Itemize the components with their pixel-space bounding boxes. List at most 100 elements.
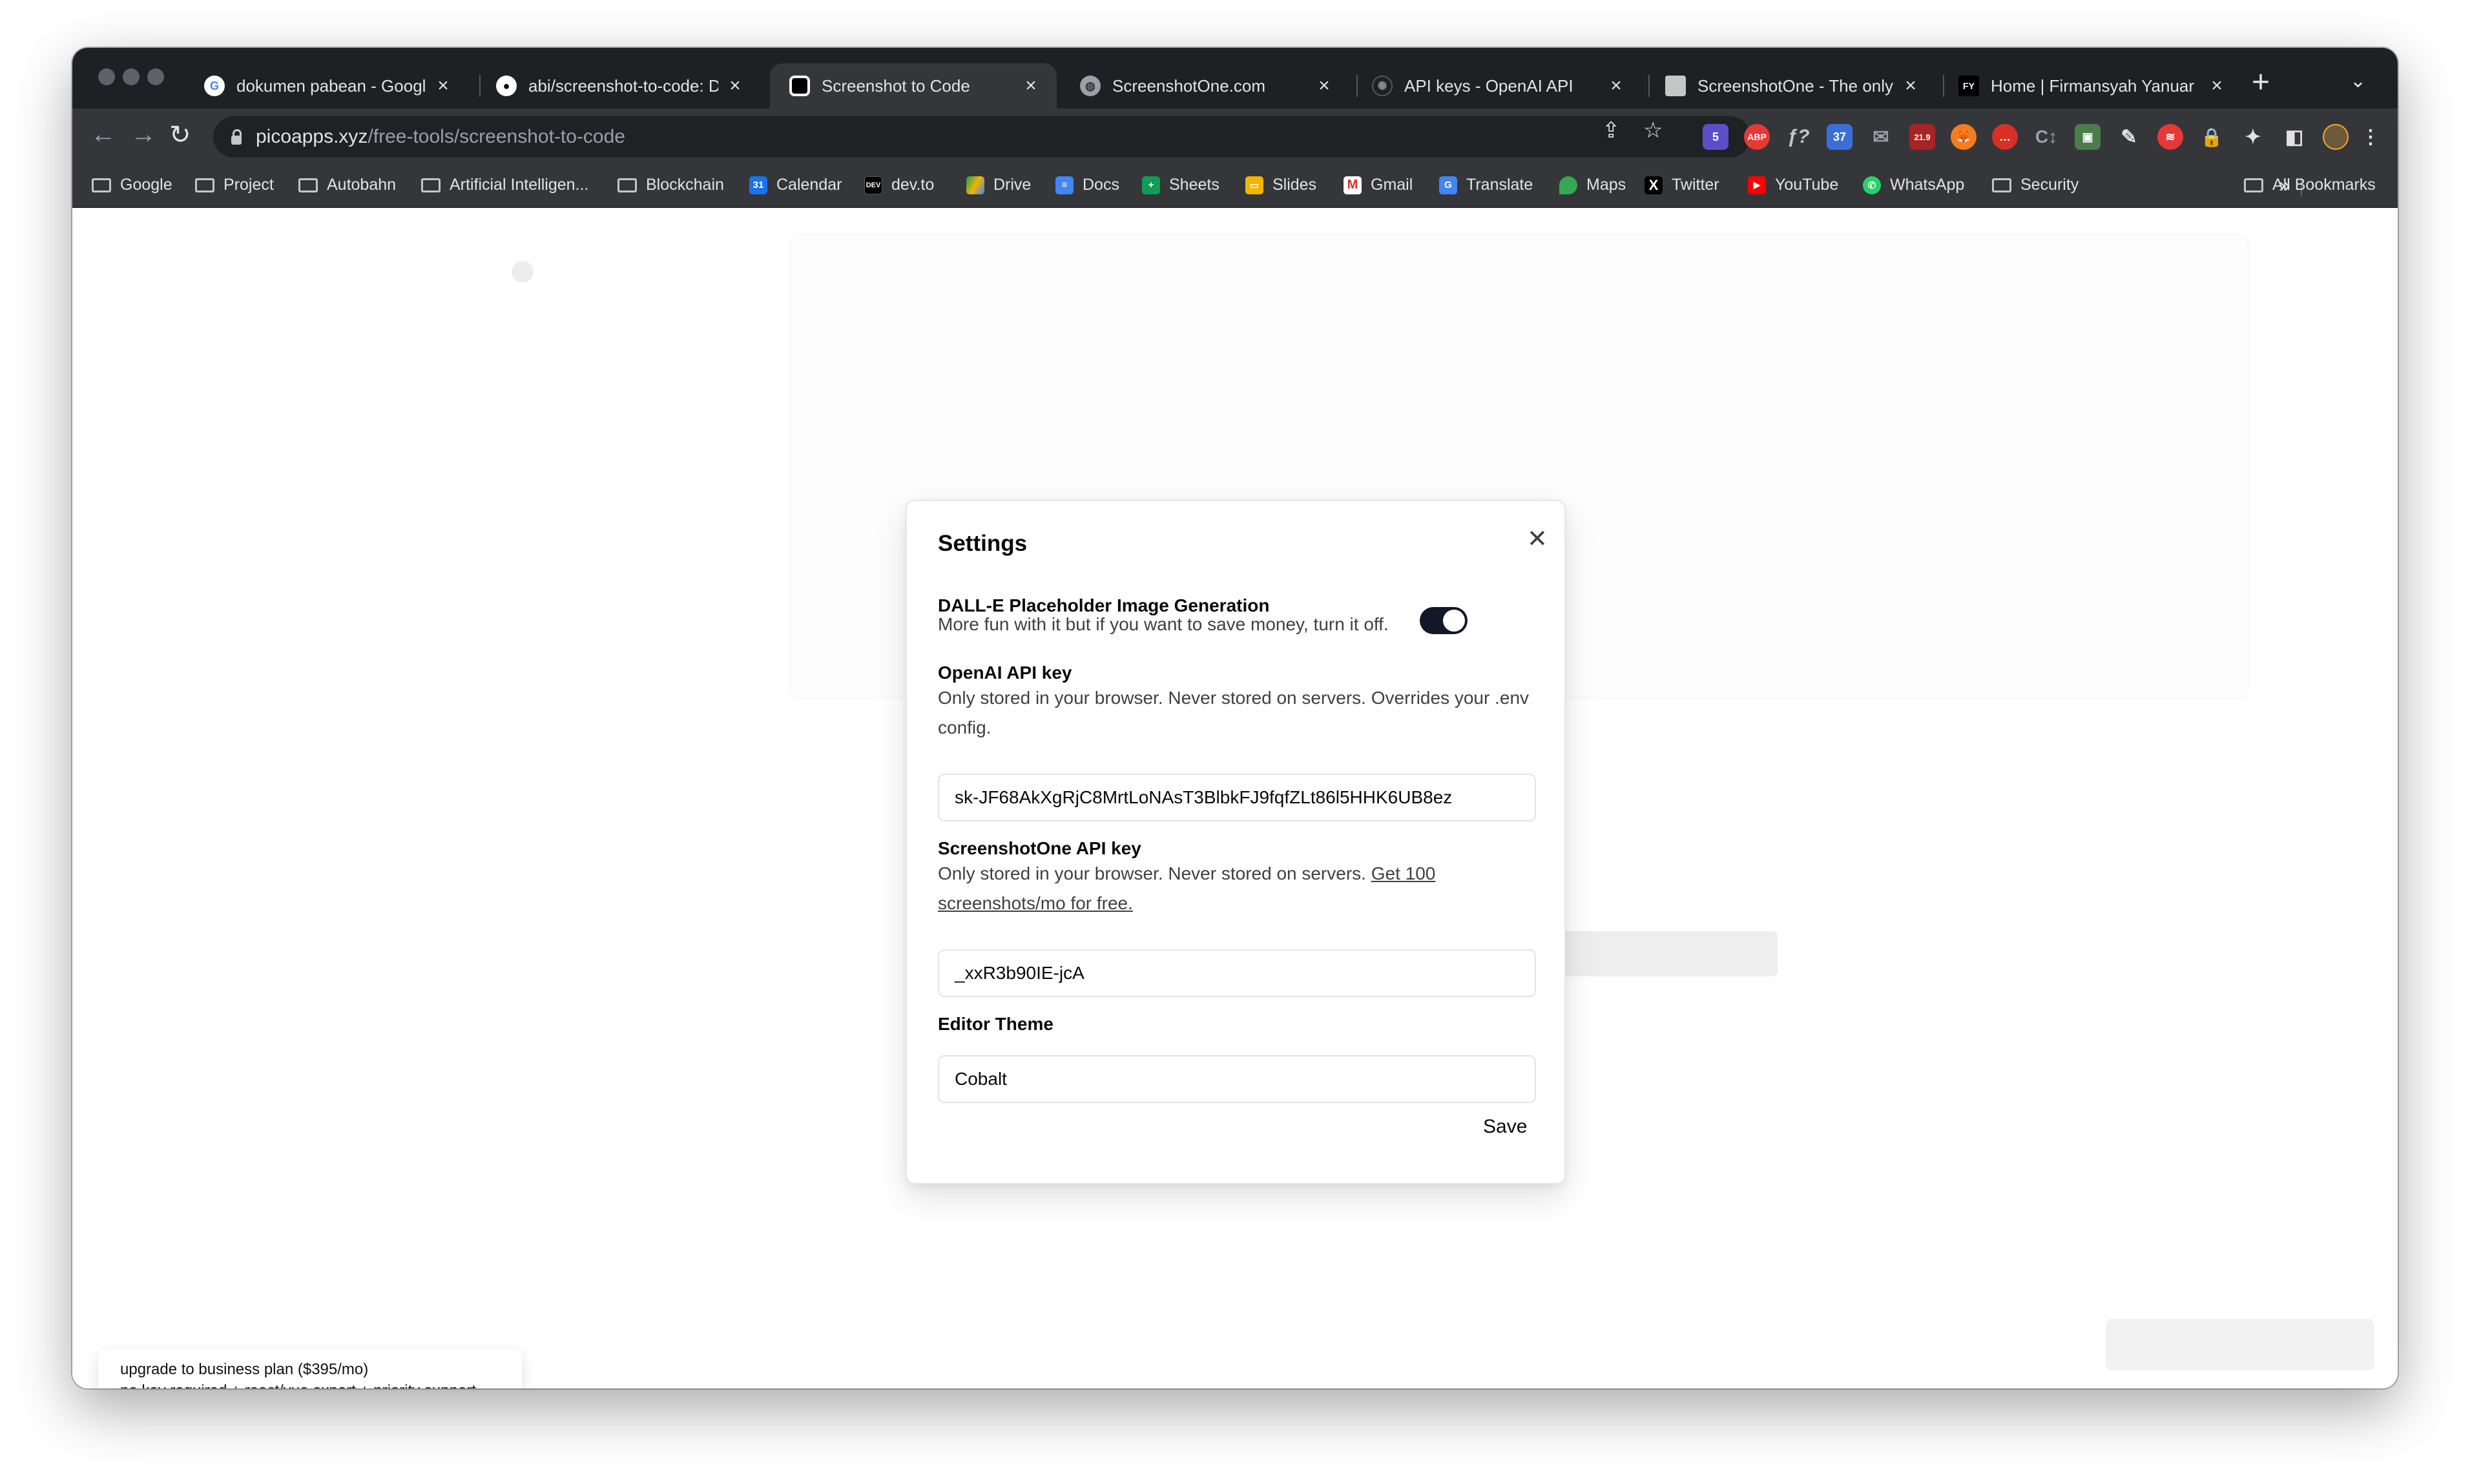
mail-icon[interactable]: ✉ (1868, 124, 1894, 150)
bookmark-drive[interactable]: Drive (966, 176, 1031, 194)
bookmark-maps[interactable]: Maps (1559, 176, 1626, 194)
url-host: picoapps.xyz (256, 126, 368, 147)
tab-google-search[interactable]: G dokumen pabean - Google S × (185, 63, 469, 108)
eyedropper-icon[interactable]: ✎ (2116, 124, 2142, 150)
side-panel-icon[interactable]: ◧ (2281, 124, 2307, 150)
adblock-plus-icon[interactable]: ABP (1744, 124, 1770, 150)
bookmark-google[interactable]: Google (92, 176, 172, 194)
close-tab-icon[interactable]: × (726, 75, 744, 97)
new-tab-button[interactable]: + (2252, 65, 2270, 100)
close-tab-icon[interactable]: × (1315, 75, 1333, 97)
browser-window: G dokumen pabean - Google S × ● abi/scre… (72, 48, 2398, 1388)
lock-extension-icon[interactable]: 🔒 (2199, 124, 2225, 150)
address-bar[interactable]: picoapps.xyz/free-tools/screenshot-to-co… (213, 116, 1750, 158)
close-tab-icon[interactable]: × (434, 75, 452, 97)
bookmark-security[interactable]: Security (1992, 176, 2079, 194)
extension-badge: 5 (1712, 130, 1719, 143)
save-button[interactable]: Save (1483, 1116, 1527, 1138)
screenshotone-desc-text: Only stored in your browser. Never store… (938, 863, 1366, 883)
chat-icon[interactable]: … (1992, 124, 2018, 150)
youtube-icon: ▶ (1748, 176, 1766, 194)
bookmark-label: Security (2020, 176, 2079, 194)
folder-icon (618, 178, 637, 192)
back-arrow-icon[interactable]: ← (90, 120, 116, 149)
screenshotone-key-input[interactable]: _xxR3b90IE-jcA (938, 949, 1536, 997)
bookmark-calendar[interactable]: 31 Calendar (749, 176, 842, 194)
bookmark-ai[interactable]: Artificial Intelligen... (421, 176, 588, 194)
bookmark-slides[interactable]: ▭ Slides (1245, 176, 1316, 194)
github-icon: ● (496, 76, 517, 96)
close-tab-icon[interactable]: × (1022, 75, 1040, 97)
bookmark-gmail[interactable]: M Gmail (1344, 176, 1413, 194)
forward-arrow-icon[interactable]: → (130, 120, 156, 149)
folder-icon (298, 178, 318, 192)
tab-firmansyah-home[interactable]: FY Home | Firmansyah Yanuar × (1939, 63, 2243, 108)
bookmark-label: Calendar (776, 176, 842, 194)
sheets-icon: + (1142, 176, 1160, 194)
close-tab-icon[interactable]: × (2208, 75, 2226, 97)
x-icon: X (1645, 176, 1663, 194)
close-icon[interactable]: ✕ (1527, 524, 1548, 553)
bookmark-label: Blockchain (646, 176, 724, 194)
close-tab-icon[interactable]: × (1607, 75, 1625, 97)
minimize-window-button[interactable] (123, 68, 140, 85)
dalle-toggle[interactable] (1420, 607, 1468, 634)
calendar-icon[interactable]: 21.9 (1909, 124, 1935, 150)
metamask-icon[interactable]: 🦊 (1951, 124, 1977, 150)
tab-github[interactable]: ● abi/screenshot-to-code: Dr × (477, 63, 761, 108)
toggle-knob (1443, 610, 1465, 632)
whatsapp-icon: ✆ (1863, 176, 1881, 194)
bookmark-project[interactable]: Project (195, 176, 274, 194)
reload-icon[interactable]: ↻ (169, 120, 191, 150)
bookmark-autobahn[interactable]: Autobahn (298, 176, 396, 194)
close-window-button[interactable] (98, 68, 115, 85)
extension-icon[interactable]: 5 (1703, 124, 1728, 150)
bookmark-label: Maps (1586, 176, 1626, 194)
bookmark-translate[interactable]: G Translate (1439, 176, 1533, 194)
editor-theme-select[interactable]: Cobalt (938, 1055, 1536, 1103)
extension-icon[interactable]: ≋ (2157, 124, 2183, 150)
fy-icon: FY (1958, 76, 1979, 96)
tab-search-chevron-icon[interactable]: ⌄ (2350, 70, 2366, 92)
lock-icon (230, 129, 243, 145)
dialog-title: Settings (938, 531, 1028, 556)
close-tab-icon[interactable]: × (1902, 75, 1920, 97)
tab-screenshotone-doc[interactable]: ScreenshotOne - The only c × (1646, 63, 1936, 108)
bookmark-whatsapp[interactable]: ✆ WhatsApp (1863, 176, 1964, 194)
all-bookmarks-button[interactable]: All Bookmarks (2244, 176, 2376, 194)
bookmark-label: Project (223, 176, 274, 194)
tab-title: ScreenshotOne.com (1112, 76, 1266, 96)
window-extension-icon[interactable]: ▣ (2075, 124, 2101, 150)
bookmark-label: Google (120, 176, 172, 194)
bookmark-devto[interactable]: DEV dev.to (864, 176, 934, 194)
folder-icon (2244, 178, 2263, 192)
code-icon[interactable]: C↕ (2033, 124, 2059, 150)
bookmark-label: Slides (1272, 176, 1317, 194)
tab-screenshotone[interactable]: ◍ ScreenshotOne.com × (1061, 63, 1350, 108)
share-icon[interactable]: ⇪ (1602, 118, 1621, 143)
zoom-window-button[interactable] (147, 68, 164, 85)
tab-strip: G dokumen pabean - Google S × ● abi/scre… (72, 48, 2398, 108)
bookmark-sheets[interactable]: + Sheets (1142, 176, 1219, 194)
bookmark-docs[interactable]: ≡ Docs (1055, 176, 1119, 194)
bookmark-blockchain[interactable]: Blockchain (618, 176, 724, 194)
formula-icon[interactable]: ƒ? (1785, 124, 1811, 150)
tab-openai-keys[interactable]: ✺ API keys - OpenAI API × (1353, 63, 1642, 108)
tab-title: Screenshot to Code (822, 76, 970, 96)
openai-key-input[interactable]: sk-JF68AkXgRjC8MrtLoNAsT3BlbkFJ9fqfZLt86… (938, 774, 1536, 821)
bookmark-star-icon[interactable]: ☆ (1643, 118, 1663, 143)
bookmark-label: Translate (1466, 176, 1533, 194)
puzzle-icon[interactable]: ✦ (2240, 124, 2266, 150)
extension-icon[interactable]: 37 (1827, 124, 1852, 150)
more-menu-icon[interactable]: ⋮ (2361, 124, 2380, 150)
bookmark-label: All Bookmarks (2272, 176, 2376, 194)
bookmark-label: WhatsApp (1890, 176, 1965, 194)
bookmarks-bar: Google Project Autobahn Artificial Intel… (72, 165, 2398, 208)
avatar[interactable] (2323, 124, 2349, 150)
bookmark-twitter[interactable]: X Twitter (1645, 176, 1719, 194)
upgrade-banner[interactable]: upgrade to business plan ($395/mo) no ke… (98, 1350, 522, 1388)
extension-badge: 37 (1832, 130, 1847, 143)
bookmark-youtube[interactable]: ▶ YouTube (1748, 176, 1838, 194)
tab-screenshot-to-code[interactable]: Screenshot to Code × (770, 63, 1057, 108)
folder-icon (1992, 178, 2011, 192)
